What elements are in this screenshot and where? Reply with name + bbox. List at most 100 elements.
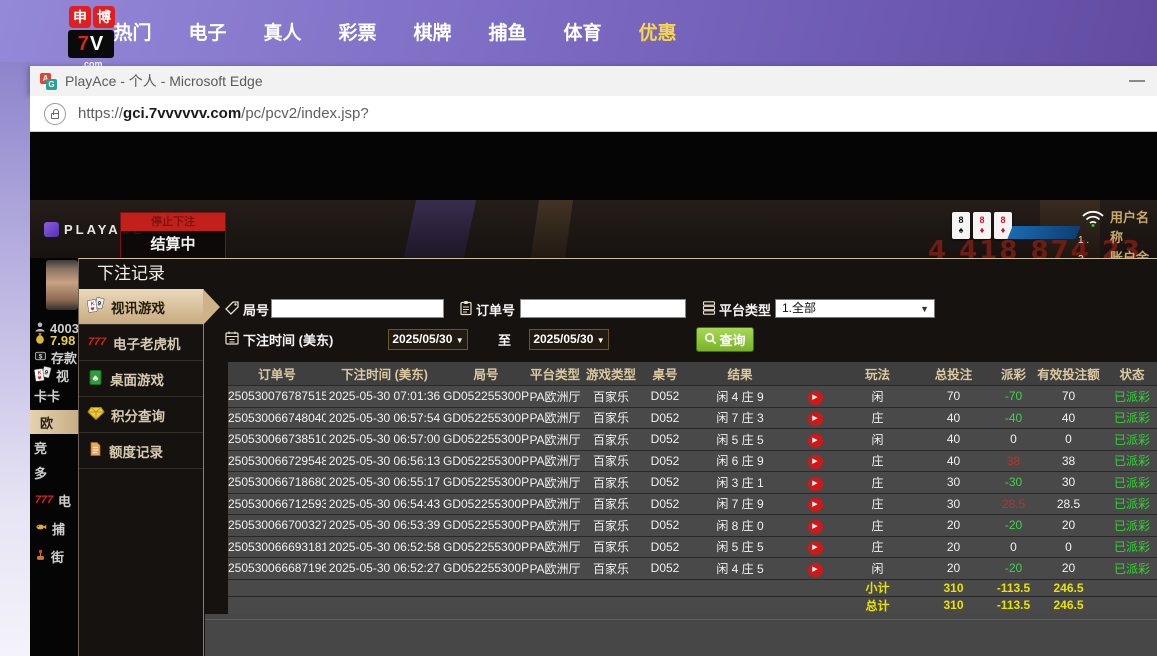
window-titlebar[interactable]: A G PlayAce - 个人 - Microsoft Edge [30, 66, 1157, 96]
table-row: 2505300667186802025-05-30 06:55:17GD0522… [228, 472, 1157, 494]
nav-item-4[interactable]: 彩票 [320, 18, 395, 45]
rail-item-11[interactable]: 街 [34, 546, 64, 566]
round-input[interactable] [271, 299, 444, 318]
cell-col-4: 百家乐 [581, 517, 641, 534]
dealt-cards: 8♠8♦8♦ [952, 212, 1012, 239]
cell-col-6: 闲 7 庄 3 [689, 409, 791, 426]
play-video-button[interactable]: ▶ [808, 498, 823, 512]
rail-item-5[interactable]: 卡卡 [34, 385, 60, 405]
nav-item-3[interactable]: 真人 [245, 18, 320, 45]
svg-text:777: 777 [88, 336, 107, 348]
cell-col-10: -113.5 [991, 598, 1036, 612]
platform-select[interactable]: 1.全部 ▼ [775, 299, 935, 318]
cell-col-7: ▶ [791, 431, 839, 448]
nav-item-5[interactable]: 棋牌 [395, 18, 470, 45]
url-text[interactable]: https://gci.7vvvvvv.com/pc/pcv2/index.js… [78, 105, 369, 122]
cell-col-1: 2025-05-30 06:56:13 [326, 454, 443, 468]
play-video-button[interactable]: ▶ [808, 391, 823, 405]
cell-col-9: 20 [916, 561, 991, 575]
avatar[interactable] [46, 260, 78, 310]
cell-col-10: -70 [991, 389, 1036, 403]
cell-col-8: 小计 [839, 579, 916, 596]
subtotal-row: 小计310-113.5246.5 [228, 580, 1157, 598]
cell-col-0: 订单号 [228, 364, 326, 383]
cell-col-5: D052 [641, 475, 689, 489]
sidebar-item-5[interactable]: 额度记录 [79, 433, 203, 469]
cell-col-3: PA欧洲厅 [529, 452, 581, 469]
rail-item-label: 竞 [34, 438, 47, 457]
cell-col-4: 百家乐 [581, 560, 641, 577]
cell-col-0: 250530066700327 [228, 518, 326, 532]
play-video-button[interactable]: ▶ [808, 520, 823, 534]
cell-col-9: 40 [916, 411, 991, 425]
cell-col-4: 百家乐 [581, 538, 641, 555]
cell-col-7: ▶ [791, 409, 839, 426]
sidebar-item-2[interactable]: 777电子老虎机 [79, 325, 203, 361]
play-video-button[interactable]: ▶ [808, 477, 823, 491]
window-title: PlayAce - 个人 - Microsoft Edge [65, 71, 263, 91]
cell-col-12: 已派彩 [1101, 388, 1157, 405]
slot-777-icon: 777 [34, 492, 54, 509]
rail-item-label: 多 [34, 463, 47, 482]
cell-col-6: 闲 4 庄 9 [689, 388, 791, 405]
rail-item-7[interactable]: 竞 [34, 437, 47, 457]
nav-item-7[interactable]: 体育 [545, 18, 620, 45]
cell-col-12: 已派彩 [1101, 431, 1157, 448]
sidebar-item-label: 积分查询 [111, 405, 165, 425]
cell-col-4: 百家乐 [581, 431, 641, 448]
modal-title: 下注记录 [79, 259, 1157, 289]
cell-col-9: 20 [916, 540, 991, 554]
cell-col-11: 246.5 [1036, 598, 1101, 612]
chevron-down-icon: ▼ [597, 336, 605, 345]
rail-item-label: 欧 [40, 413, 53, 432]
cell-col-2: GD052255300PM [443, 475, 529, 489]
cell-col-5: D052 [641, 561, 689, 575]
rail-item-4[interactable]: 9K视 [34, 365, 69, 385]
nav-item-2[interactable]: 电子 [170, 18, 245, 45]
rail-item-label: 街 [51, 547, 64, 566]
lock-icon[interactable] [44, 103, 66, 125]
cell-col-1: 2025-05-30 06:57:00 [326, 432, 443, 446]
play-video-button[interactable]: ▶ [808, 455, 823, 469]
sidebar-item-3[interactable]: ♣桌面游戏 [79, 361, 203, 397]
nav-item-1[interactable]: 热门 [95, 18, 170, 45]
address-bar[interactable]: https://gci.7vvvvvv.com/pc/pcv2/index.js… [30, 96, 1157, 132]
table-row: 2505300666871962025-05-30 06:52:27GD0522… [228, 558, 1157, 580]
sidebar-item-4[interactable]: 积分查询 [79, 397, 203, 433]
cell-col-10: -20 [991, 561, 1036, 575]
date-from-button[interactable]: 2025/05/30 ▼ [388, 329, 468, 350]
play-video-button[interactable]: ▶ [808, 563, 823, 577]
play-video-button[interactable]: ▶ [808, 434, 823, 448]
minimize-button[interactable] [1129, 80, 1145, 82]
rail-item-6[interactable]: 欧 [30, 410, 78, 434]
cell-col-9: 20 [916, 518, 991, 532]
nav-item-6[interactable]: 捕鱼 [470, 18, 545, 45]
desktop-edge [0, 62, 30, 656]
nav-item-8[interactable]: 优惠 [620, 18, 695, 45]
bet-time-label: 下注时间 (美东) [243, 330, 333, 349]
deposit-icon: $ [34, 350, 47, 365]
play-video-button[interactable]: ▶ [808, 412, 823, 426]
cell-col-2: GD052255300PL [443, 497, 529, 511]
sidebar-item-label: 桌面游戏 [110, 369, 164, 389]
logo-char-1: 申 [69, 6, 91, 28]
cell-col-10: 0 [991, 540, 1036, 554]
date-to-button[interactable]: 2025/05/30 ▼ [529, 329, 609, 350]
query-button[interactable]: 查询 [696, 327, 754, 352]
cell-col-8: 总计 [839, 597, 916, 614]
top-nav-bar: 申 博 7V .com 热门电子真人彩票棋牌捕鱼体育优惠 [0, 0, 1157, 66]
svg-text:K: K [90, 301, 95, 307]
rail-item-9[interactable]: 777电 [34, 490, 71, 510]
play-video-button[interactable]: ▶ [808, 541, 823, 555]
records-icon [87, 441, 103, 460]
sidebar-item-1[interactable]: 9K视讯游戏 [79, 289, 203, 325]
rail-item-10[interactable]: 捕 [34, 518, 65, 538]
order-input[interactable] [520, 299, 686, 318]
game-tile[interactable]: 停止下注 结算中 [120, 212, 226, 258]
cell-col-10: 0 [991, 432, 1036, 446]
rail-item-8[interactable]: 多 [34, 462, 47, 482]
cell-col-11: 40 [1036, 411, 1101, 425]
cell-col-12: 已派彩 [1101, 474, 1157, 491]
cell-col-3: PA欧洲厅 [529, 560, 581, 577]
cell-col-0: 250530076787515 [228, 389, 326, 403]
